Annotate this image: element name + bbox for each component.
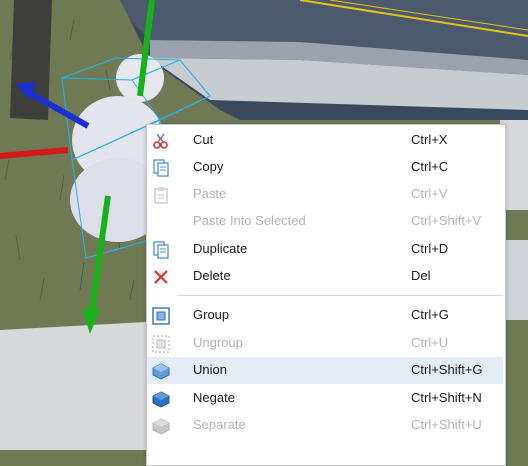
scissors-icon — [151, 131, 171, 151]
menu-item-label: Paste Into Selected — [193, 213, 306, 228]
menu-item-paste[interactable]: Paste Ctrl+V — [147, 181, 503, 208]
menu-item-label: Duplicate — [193, 241, 248, 256]
separate-icon — [151, 416, 171, 436]
menu-item-shortcut: Del — [411, 268, 431, 283]
menu-item-duplicate[interactable]: Duplicate Ctrl+D — [147, 236, 503, 263]
menu-item-shortcut: Ctrl+Shift+U — [411, 417, 482, 432]
menu-item-delete[interactable]: Delete Del — [147, 263, 503, 290]
menu-item-shortcut: Ctrl+X — [411, 132, 448, 147]
menu-separator — [177, 295, 503, 296]
menu-item-shortcut: Ctrl+U — [411, 335, 449, 350]
menu-item-label: Negate — [193, 390, 235, 405]
union-icon — [151, 361, 171, 381]
paste-icon — [151, 185, 171, 205]
menu-item-label: Ungroup — [193, 335, 243, 350]
menu-item-paste-into-selected[interactable]: Paste Into Selected Ctrl+Shift+V — [147, 208, 503, 235]
sidewalk-right-lower — [504, 240, 528, 320]
copy-icon — [151, 158, 171, 178]
menu-item-negate[interactable]: Negate Ctrl+Shift+N — [147, 385, 503, 412]
menu-item-label: Paste — [193, 186, 227, 201]
ungroup-icon — [151, 334, 171, 354]
menu-item-shortcut: Ctrl+Shift+N — [411, 390, 482, 405]
menu-item-label: Union — [193, 362, 227, 377]
group-icon — [151, 306, 171, 326]
menu-item-shortcut: Ctrl+C — [411, 159, 449, 174]
menu-item-copy[interactable]: Copy Ctrl+C — [147, 154, 503, 181]
menu-item-label: Cut — [193, 132, 214, 147]
menu-item-shortcut: Ctrl+Shift+V — [411, 213, 482, 228]
menu-item-label: Group — [193, 307, 230, 322]
context-menu: Cut Ctrl+X Copy Ctrl+C Paste Ctrl+V Past… — [146, 124, 506, 466]
menu-item-label: Copy — [193, 159, 224, 174]
menu-item-separate[interactable]: Separate Ctrl+Shift+U — [147, 412, 503, 439]
sidewalk-near — [0, 322, 146, 450]
menu-item-shortcut: Ctrl+V — [411, 186, 448, 201]
menu-item-ungroup[interactable]: Ungroup Ctrl+U — [147, 330, 503, 357]
menu-item-cut[interactable]: Cut Ctrl+X — [147, 127, 503, 154]
menu-item-shortcut: Ctrl+G — [411, 307, 449, 322]
menu-item-label: Separate — [193, 417, 246, 432]
duplicate-icon — [151, 240, 171, 260]
menu-item-shortcut: Ctrl+Shift+G — [411, 362, 483, 377]
delete-x-icon — [151, 267, 171, 287]
menu-item-shortcut: Ctrl+D — [411, 241, 449, 256]
menu-item-label: Delete — [193, 268, 231, 283]
menu-item-union[interactable]: Union Ctrl+Shift+G — [147, 357, 503, 384]
negate-icon — [151, 389, 171, 409]
menu-item-group[interactable]: Group Ctrl+G — [147, 302, 503, 329]
